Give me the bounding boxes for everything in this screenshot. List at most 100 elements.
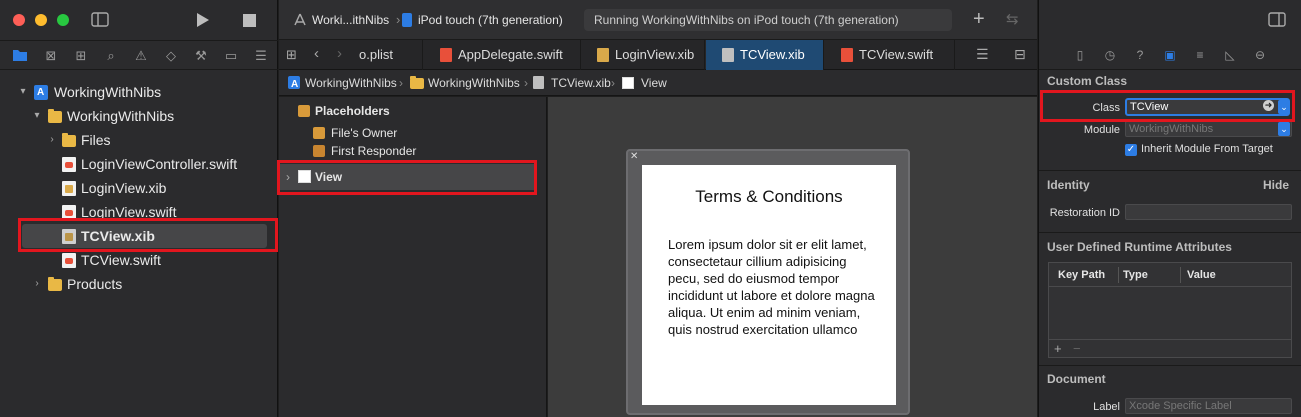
tab-tcview-swift[interactable]: TCView.swift	[825, 40, 955, 70]
forward-icon[interactable]: ›	[337, 45, 342, 62]
scheme-selector[interactable]: Worki...ithNibs	[312, 13, 389, 27]
view-scene[interactable]: ✕ Terms & Conditions Lorem ipsum dolor s…	[626, 149, 910, 415]
list-item-selected[interactable]: TCView.xib	[22, 224, 267, 248]
zoom-window-button[interactable]	[57, 14, 69, 26]
cube-icon	[298, 105, 310, 117]
editor-options-icon[interactable]: ☰	[976, 46, 989, 63]
arrow-right-circle-icon[interactable]: ➜	[1263, 100, 1274, 111]
outline-first-responder[interactable]: First Responder	[279, 141, 547, 161]
module-label: Module	[1083, 124, 1120, 136]
folder-icon[interactable]	[12, 48, 28, 64]
stop-button-icon[interactable]	[243, 14, 256, 27]
col-value[interactable]: Value	[1187, 263, 1216, 287]
list-item[interactable]: TCView.swift	[0, 248, 278, 272]
chevron-right-icon[interactable]: ›	[286, 164, 290, 190]
inherit-module-checkbox[interactable]: ✓	[1125, 144, 1137, 156]
add-button[interactable]: +	[973, 8, 985, 31]
list-item[interactable]: LoginViewController.swift	[0, 152, 278, 176]
run-button-icon[interactable]	[196, 12, 210, 28]
table-footer: + −	[1049, 339, 1291, 357]
terms-title-label[interactable]: Terms & Conditions	[642, 187, 896, 207]
breadcrumb-item[interactable]: TCView.xib	[551, 70, 611, 96]
chevron-down-icon[interactable]: ▾	[31, 104, 43, 128]
breakpoint-icon[interactable]: ▭	[223, 48, 239, 64]
document-label-field[interactable]: Xcode Specific Label	[1125, 398, 1292, 414]
list-item[interactable]: › Files	[0, 128, 278, 152]
test-icon[interactable]: ◇	[163, 48, 179, 64]
remove-attribute-button[interactable]: −	[1073, 341, 1081, 356]
chevron-right-icon: ›	[399, 76, 403, 90]
hierarchy-icon[interactable]: ⊞	[73, 48, 89, 64]
minimize-window-button[interactable]	[35, 14, 47, 26]
terms-body-label[interactable]: Lorem ipsum dolor sit er elit lamet, con…	[668, 236, 878, 338]
report-icon[interactable]: ☰	[253, 48, 269, 64]
list-item[interactable]: › Products	[0, 272, 278, 296]
restoration-id-field[interactable]	[1125, 204, 1292, 220]
inspector-titlebar	[1039, 0, 1301, 40]
custom-class-header: Custom Class	[1047, 74, 1128, 88]
outline-view[interactable]: › View	[279, 164, 537, 190]
tab-info-plist[interactable]: o.plist	[355, 40, 423, 70]
inspector-tabs: ▯ ◷ ? ▣ ≡ ◺ ⊖	[1039, 40, 1301, 70]
runtime-attributes-table[interactable]: Key Path Type Value + −	[1048, 262, 1292, 358]
col-divider	[1180, 267, 1181, 283]
destination-selector[interactable]: iPod touch (7th generation)	[418, 13, 563, 27]
tab-loginview-xib[interactable]: LoginView.xib	[581, 40, 705, 70]
close-icon[interactable]: ✕	[630, 151, 638, 162]
grid-icon[interactable]: ⊞	[286, 47, 297, 63]
back-icon[interactable]: ‹	[314, 45, 319, 62]
add-attribute-button[interactable]: +	[1054, 341, 1062, 356]
help-inspector-icon[interactable]: ?	[1132, 47, 1148, 63]
list-item[interactable]: ▾ WorkingWithNibs	[0, 104, 278, 128]
list-item[interactable]: LoginView.xib	[0, 176, 278, 200]
search-icon[interactable]: ⌕	[103, 48, 119, 64]
history-inspector-icon[interactable]: ◷	[1102, 47, 1118, 63]
inspector-toggle-icon[interactable]	[1268, 12, 1286, 27]
outline-placeholders[interactable]: Placeholders	[279, 101, 547, 121]
main-toolbar: Worki...ithNibs › iPod touch (7th genera…	[279, 0, 1037, 40]
file-inspector-icon[interactable]: ▯	[1072, 47, 1088, 63]
debug-icon[interactable]: ⚒	[193, 48, 209, 64]
class-field-value: TCView	[1130, 101, 1169, 113]
sidebar-toggle-icon[interactable]	[91, 12, 109, 27]
chevron-right-icon[interactable]: ›	[31, 272, 43, 296]
tab-tcview-xib[interactable]: TCView.xib	[706, 40, 824, 70]
close-window-button[interactable]	[13, 14, 25, 26]
xib-file-icon	[62, 181, 76, 196]
interface-builder-canvas[interactable]: ✕ Terms & Conditions Lorem ipsum dolor s…	[548, 97, 1037, 417]
module-dropdown-button[interactable]: ⌄	[1278, 122, 1290, 136]
hide-button[interactable]: Hide	[1263, 178, 1289, 192]
divider	[1039, 365, 1301, 366]
tab-appdelegate[interactable]: AppDelegate.swift	[424, 40, 581, 70]
split-editor-icon[interactable]: ⊟	[1014, 46, 1026, 63]
connections-inspector-icon[interactable]: ⊖	[1252, 47, 1268, 63]
xib-file-icon	[722, 48, 734, 62]
folder-icon	[62, 133, 76, 147]
chevron-right-icon[interactable]: ›	[46, 128, 58, 152]
source-control-icon[interactable]: ⊠	[43, 48, 59, 64]
warning-icon[interactable]: ⚠	[133, 48, 149, 64]
class-field[interactable]: TCView ➜	[1125, 98, 1290, 116]
class-dropdown-button[interactable]: ⌄	[1278, 100, 1290, 114]
attributes-inspector-icon[interactable]: ≡	[1192, 47, 1208, 63]
swift-file-icon	[62, 205, 76, 220]
device-icon	[402, 13, 412, 27]
list-item[interactable]: LoginView.swift	[0, 200, 278, 224]
swap-icon[interactable]: ⇆	[1006, 10, 1019, 28]
breadcrumb-item[interactable]: View	[641, 70, 667, 96]
tc-view[interactable]: Terms & Conditions Lorem ipsum dolor sit…	[642, 165, 896, 405]
tree-item-label: WorkingWithNibs	[67, 108, 175, 124]
restoration-id-label: Restoration ID	[1049, 207, 1120, 219]
breadcrumb-item[interactable]: WorkingWithNibs	[428, 70, 520, 96]
identity-inspector-icon[interactable]: ▣	[1162, 47, 1178, 63]
list-item[interactable]: ▾ WorkingWithNibs	[0, 80, 278, 105]
outline-files-owner[interactable]: File's Owner	[279, 123, 547, 143]
col-key-path[interactable]: Key Path	[1058, 263, 1105, 287]
chevron-down-icon[interactable]: ▾	[17, 80, 29, 104]
module-field[interactable]: WorkingWithNibs	[1125, 121, 1292, 137]
breadcrumb-item[interactable]: WorkingWithNibs	[305, 70, 397, 96]
size-inspector-icon[interactable]: ◺	[1222, 47, 1238, 63]
tree-item-label: LoginViewController.swift	[81, 156, 238, 172]
activity-status: Running WorkingWithNibs on iPod touch (7…	[584, 9, 952, 31]
col-type[interactable]: Type	[1123, 263, 1148, 287]
